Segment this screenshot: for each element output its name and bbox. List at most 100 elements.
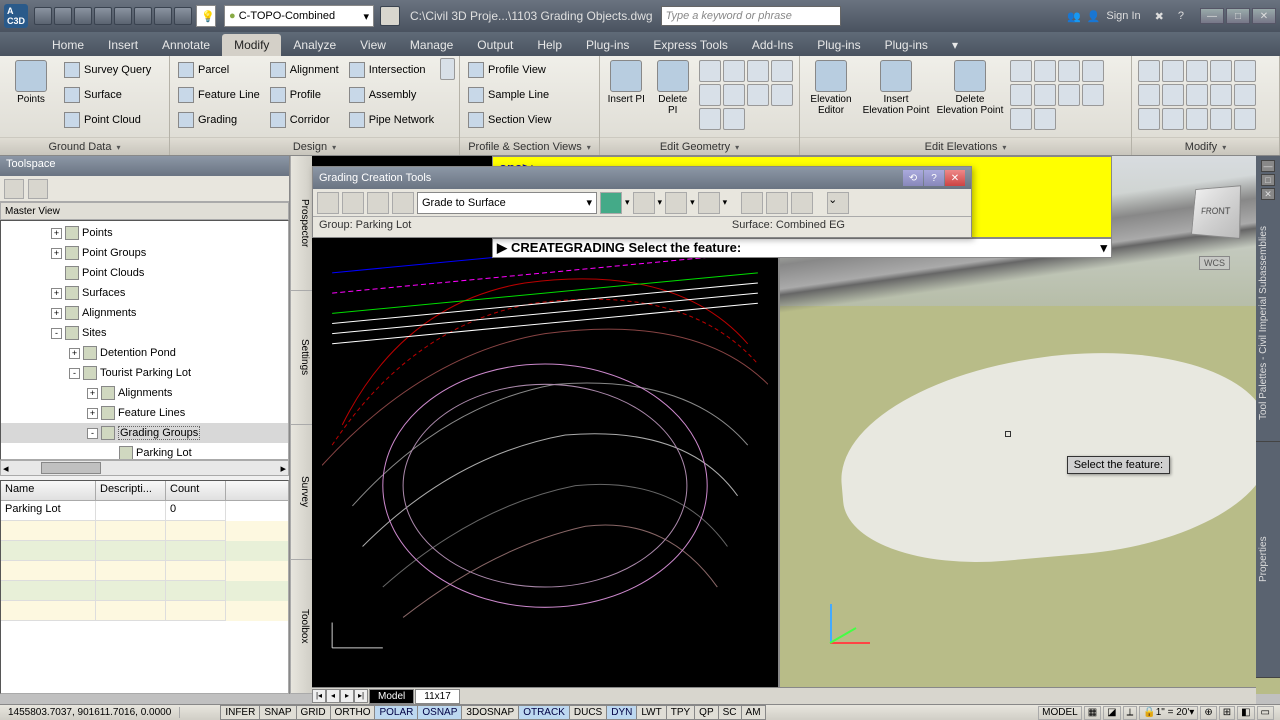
chevron-down-icon[interactable] xyxy=(114,141,120,153)
ribbon-overflow-icon[interactable]: ▾ xyxy=(940,34,970,56)
survey-query-button[interactable]: Survey Query xyxy=(60,58,155,82)
ribbon-tab-plug-ins[interactable]: Plug-ins xyxy=(574,34,641,56)
toggle-grid[interactable]: GRID xyxy=(296,705,331,720)
modify-tool-icon[interactable] xyxy=(1210,84,1232,106)
toggle-osnap[interactable]: OSNAP xyxy=(417,705,462,720)
toggle-am[interactable]: AM xyxy=(741,705,766,720)
tab-nav-prev-icon[interactable]: ◂ xyxy=(326,689,340,703)
alignment-button[interactable]: Alignment xyxy=(266,58,343,82)
gt-pin-icon[interactable]: ⟲ xyxy=(903,170,923,186)
elev-tool-icon[interactable] xyxy=(1010,84,1032,106)
modify-tool-icon[interactable] xyxy=(1138,84,1160,106)
design-launcher-icon[interactable] xyxy=(440,58,455,80)
toggle-qp[interactable]: QP xyxy=(694,705,718,720)
layer-bulb-icon[interactable]: 💡 xyxy=(196,5,216,27)
gt-tool-icon[interactable] xyxy=(600,192,622,214)
elev-tool-icon[interactable] xyxy=(1058,84,1080,106)
qat-saveas-icon[interactable] xyxy=(94,7,112,25)
sb-tool-icon[interactable]: ⟂ xyxy=(1123,706,1138,720)
modify-tool-icon[interactable] xyxy=(1162,84,1184,106)
gt-close-icon[interactable]: ✕ xyxy=(945,170,965,186)
pipe-network-button[interactable]: Pipe Network xyxy=(345,108,438,132)
tree-item-point-groups[interactable]: +Point Groups xyxy=(1,243,288,263)
ribbon-tab-express-tools[interactable]: Express Tools xyxy=(641,34,739,56)
geom-tool-icon[interactable] xyxy=(699,108,721,130)
chevron-down-icon[interactable] xyxy=(1000,141,1006,153)
gt-expand-icon[interactable]: ⌄ xyxy=(827,192,849,214)
points-button[interactable]: Points xyxy=(4,58,58,107)
gt-tool-icon[interactable] xyxy=(741,192,763,214)
tree-item-sites[interactable]: -Sites xyxy=(1,323,288,343)
geom-tool-icon[interactable] xyxy=(747,84,769,106)
insert-elev-pt-button[interactable]: Insert Elevation Point xyxy=(860,58,932,118)
ribbon-tab-help[interactable]: Help xyxy=(525,34,574,56)
chevron-down-icon[interactable] xyxy=(1220,141,1226,153)
chevron-down-icon[interactable] xyxy=(585,141,591,153)
expand-icon[interactable]: - xyxy=(69,368,80,379)
toggle-otrack[interactable]: OTRACK xyxy=(518,705,570,720)
palette-min-icon[interactable]: — xyxy=(1261,160,1275,172)
col-count[interactable]: Count xyxy=(166,481,226,500)
tree-item-feature-lines[interactable]: +Feature Lines xyxy=(1,403,288,423)
elev-tool-icon[interactable] xyxy=(1058,60,1080,82)
qat-more-icon[interactable] xyxy=(174,7,192,25)
chevron-down-icon[interactable] xyxy=(330,141,336,153)
ribbon-tab-insert[interactable]: Insert xyxy=(96,34,150,56)
master-view-dropdown[interactable]: Master View xyxy=(0,202,289,220)
tree-item-points[interactable]: +Points xyxy=(1,223,288,243)
expand-icon[interactable]: - xyxy=(51,328,62,339)
profile-view-button[interactable]: Profile View xyxy=(464,58,555,82)
toggle-ducs[interactable]: DUCS xyxy=(569,705,607,720)
ts-refresh-icon[interactable] xyxy=(28,179,48,199)
toggle-sc[interactable]: SC xyxy=(718,705,742,720)
geom-tool-icon[interactable] xyxy=(699,60,721,82)
tab-nav-next-icon[interactable]: ▸ xyxy=(340,689,354,703)
side-tab-survey[interactable]: Survey xyxy=(291,425,312,560)
annotation-scale[interactable]: 🔒 1" = 20' ▾ xyxy=(1139,706,1198,720)
expand-icon[interactable]: + xyxy=(69,348,80,359)
grading-toolbar-title[interactable]: Grading Creation Tools ⟲ ? ✕ xyxy=(313,167,971,189)
modify-tool-icon[interactable] xyxy=(1210,60,1232,82)
qat-new-icon[interactable] xyxy=(34,7,52,25)
toolspace-header[interactable]: Toolspace xyxy=(0,156,289,176)
qat-redo-icon[interactable] xyxy=(154,7,172,25)
criteria-dropdown[interactable]: Grade to Surface xyxy=(417,192,597,214)
tree-item-grading-groups[interactable]: -Grading Groups xyxy=(1,423,288,443)
intersection-button[interactable]: Intersection xyxy=(345,58,438,82)
ribbon-tab-view[interactable]: View xyxy=(348,34,398,56)
tree-item-detention-pond[interactable]: +Detention Pond xyxy=(1,343,288,363)
modify-tool-icon[interactable] xyxy=(1234,108,1256,130)
toggle-dyn[interactable]: DYN xyxy=(606,705,637,720)
section-view-button[interactable]: Section View xyxy=(464,108,555,132)
infocenter-icon[interactable]: 👥 xyxy=(1067,10,1081,23)
gt-target-icon[interactable] xyxy=(342,192,364,214)
toggle-snap[interactable]: SNAP xyxy=(259,705,296,720)
ribbon-tab-manage[interactable]: Manage xyxy=(398,34,465,56)
modify-tool-icon[interactable] xyxy=(1234,60,1256,82)
ribbon-tab-plug-ins[interactable]: Plug-ins xyxy=(805,34,872,56)
ribbon-tab-annotate[interactable]: Annotate xyxy=(150,34,222,56)
gt-layer-icon[interactable] xyxy=(392,192,414,214)
tree-item-alignments[interactable]: +Alignments xyxy=(1,383,288,403)
expand-icon[interactable]: + xyxy=(87,388,98,399)
geom-tool-icon[interactable] xyxy=(723,60,745,82)
ribbon-tab-add-ins[interactable]: Add-Ins xyxy=(740,34,805,56)
modify-tool-icon[interactable] xyxy=(1234,84,1256,106)
gt-tool-icon[interactable] xyxy=(665,192,687,214)
modify-tool-icon[interactable] xyxy=(1186,60,1208,82)
sb-tool-icon[interactable]: ◧ xyxy=(1237,706,1254,720)
modify-tool-icon[interactable] xyxy=(1210,108,1232,130)
app-icon[interactable]: AC3D xyxy=(4,4,28,28)
grid-row[interactable]: Parking Lot 0 xyxy=(1,501,288,521)
geom-tool-icon[interactable] xyxy=(771,84,793,106)
parcel-button[interactable]: Parcel xyxy=(174,58,264,82)
toggle-infer[interactable]: INFER xyxy=(220,705,260,720)
tab-nav-first-icon[interactable]: |◂ xyxy=(312,689,326,703)
gt-style-icon[interactable] xyxy=(367,192,389,214)
elev-tool-icon[interactable] xyxy=(1034,108,1056,130)
signin-icon[interactable]: 👤 xyxy=(1087,10,1101,23)
insert-pi-button[interactable]: Insert PI xyxy=(604,58,649,107)
ribbon-tab-analyze[interactable]: Analyze xyxy=(281,34,348,56)
modify-tool-icon[interactable] xyxy=(1186,84,1208,106)
command-line[interactable]: ▶ CREATEGRADING Select the feature: ▾ xyxy=(492,238,1112,258)
